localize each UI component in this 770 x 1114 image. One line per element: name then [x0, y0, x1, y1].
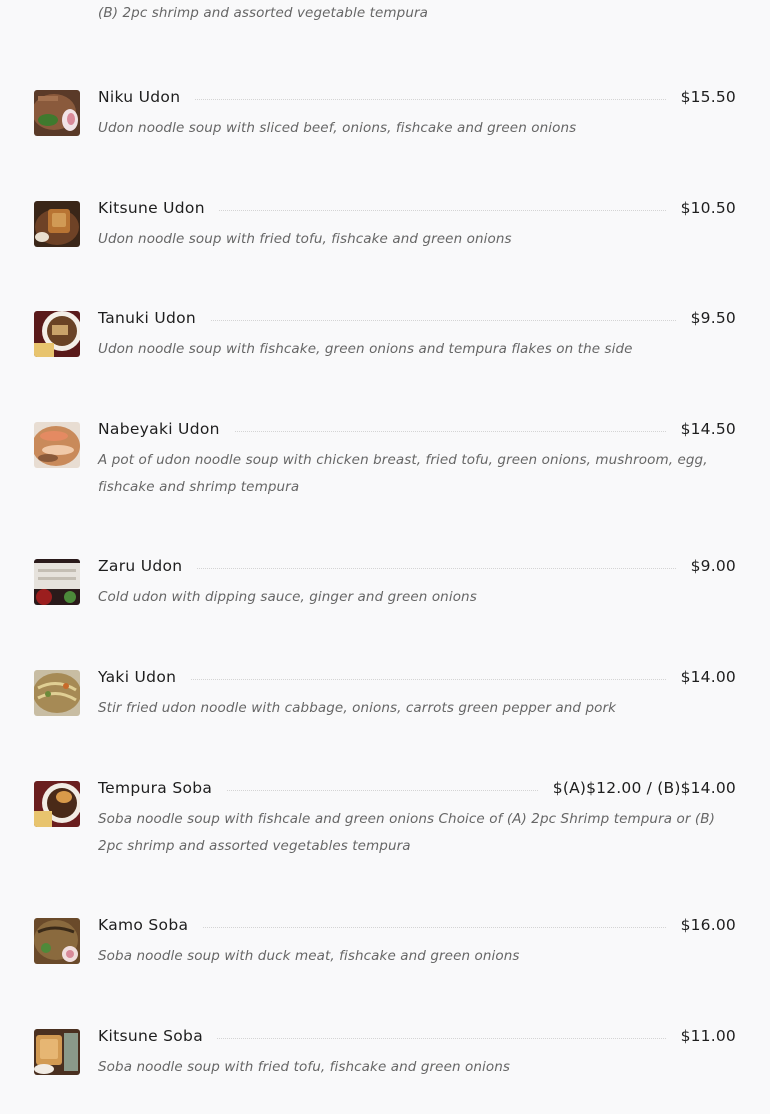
niku-udon-photo[interactable] [34, 90, 80, 136]
item-price: $9.00 [676, 557, 736, 575]
tempura-soba-photo[interactable] [34, 781, 80, 827]
item-name[interactable]: Kitsune Udon [98, 199, 219, 217]
item-price: $16.00 [666, 916, 736, 934]
item-price: $14.50 [666, 420, 736, 438]
item-description: Udon noodle soup with sliced beef, onion… [98, 120, 577, 136]
leader-dots [98, 679, 736, 680]
item-description: Udon noodle soup with fried tofu, fishca… [98, 231, 512, 247]
item-price: $11.00 [666, 1027, 736, 1045]
zaru-udon-photo[interactable] [34, 559, 80, 605]
item-name[interactable]: Nabeyaki Udon [98, 420, 234, 438]
item-name[interactable]: Tanuki Udon [98, 309, 211, 327]
item-description: A pot of udon noodle soup with chicken b… [98, 452, 708, 495]
item-name[interactable]: Kamo Soba [98, 916, 203, 934]
item-price: $14.00 [666, 668, 736, 686]
item-description: Soba noodle soup with fishcale and green… [98, 811, 715, 854]
item-description: Stir fried udon noodle with cabbage, oni… [98, 700, 617, 716]
item-price: $9.50 [676, 309, 736, 327]
item-description: Cold udon with dipping sauce, ginger and… [98, 589, 477, 605]
item-description: Soba noodle soup with duck meat, fishcak… [98, 948, 520, 964]
item-name[interactable]: Yaki Udon [98, 668, 191, 686]
item-name[interactable]: Kitsune Soba [98, 1027, 217, 1045]
item-price: $10.50 [666, 199, 736, 217]
nabeyaki-udon-photo[interactable] [34, 422, 80, 468]
kitsune-udon-photo[interactable] [34, 201, 80, 247]
yaki-udon-photo[interactable] [34, 670, 80, 716]
item-price: $15.50 [666, 88, 736, 106]
item-name[interactable]: Tempura Soba [98, 779, 227, 797]
item-price: $(A)$12.00 / (B)$14.00 [538, 779, 736, 797]
kamo-soba-photo[interactable] [34, 918, 80, 964]
kitsune-soba-photo[interactable] [34, 1029, 80, 1075]
item-description: Soba noodle soup with fried tofu, fishca… [98, 1059, 511, 1075]
item-description: Udon noodle soup with fishcake, green on… [98, 341, 633, 357]
previous-item-description: (B) 2pc shrimp and assorted vegetable te… [98, 5, 429, 21]
tanuki-udon-photo[interactable] [34, 311, 80, 357]
item-name[interactable]: Zaru Udon [98, 557, 197, 575]
item-name[interactable]: Niku Udon [98, 88, 195, 106]
